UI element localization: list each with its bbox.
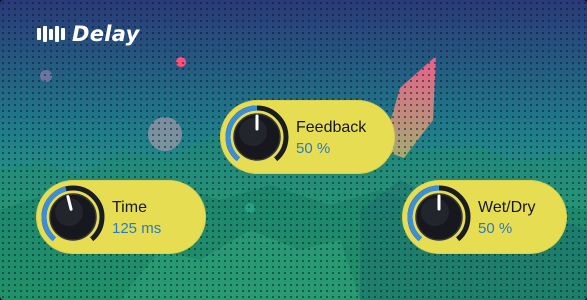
wetdry-knob[interactable] (406, 184, 472, 250)
time-value[interactable]: 125 ms (112, 220, 161, 237)
knob-highlight (239, 118, 267, 146)
plugin-title: Delay (36, 22, 140, 46)
time-control: Time 125 ms (36, 180, 206, 254)
wetdry-label: Wet/Dry (478, 199, 536, 216)
time-label: Time (112, 199, 147, 216)
wetdry-control: Wet/Dry 50 % (402, 180, 567, 254)
plugin-title-text: Delay (72, 22, 140, 46)
delay-plugin-panel: Delay Feedback 50 % Time 125 ms Wet/Dry … (0, 0, 587, 300)
feedback-control: Feedback 50 % (220, 100, 395, 174)
feedback-value[interactable]: 50 % (296, 140, 330, 157)
feedback-label: Feedback (296, 119, 367, 136)
presonus-logo-icon (37, 26, 65, 42)
knob-highlight (421, 198, 449, 226)
wetdry-value[interactable]: 50 % (478, 220, 512, 237)
feedback-knob[interactable] (224, 104, 290, 170)
time-knob[interactable] (40, 184, 106, 250)
